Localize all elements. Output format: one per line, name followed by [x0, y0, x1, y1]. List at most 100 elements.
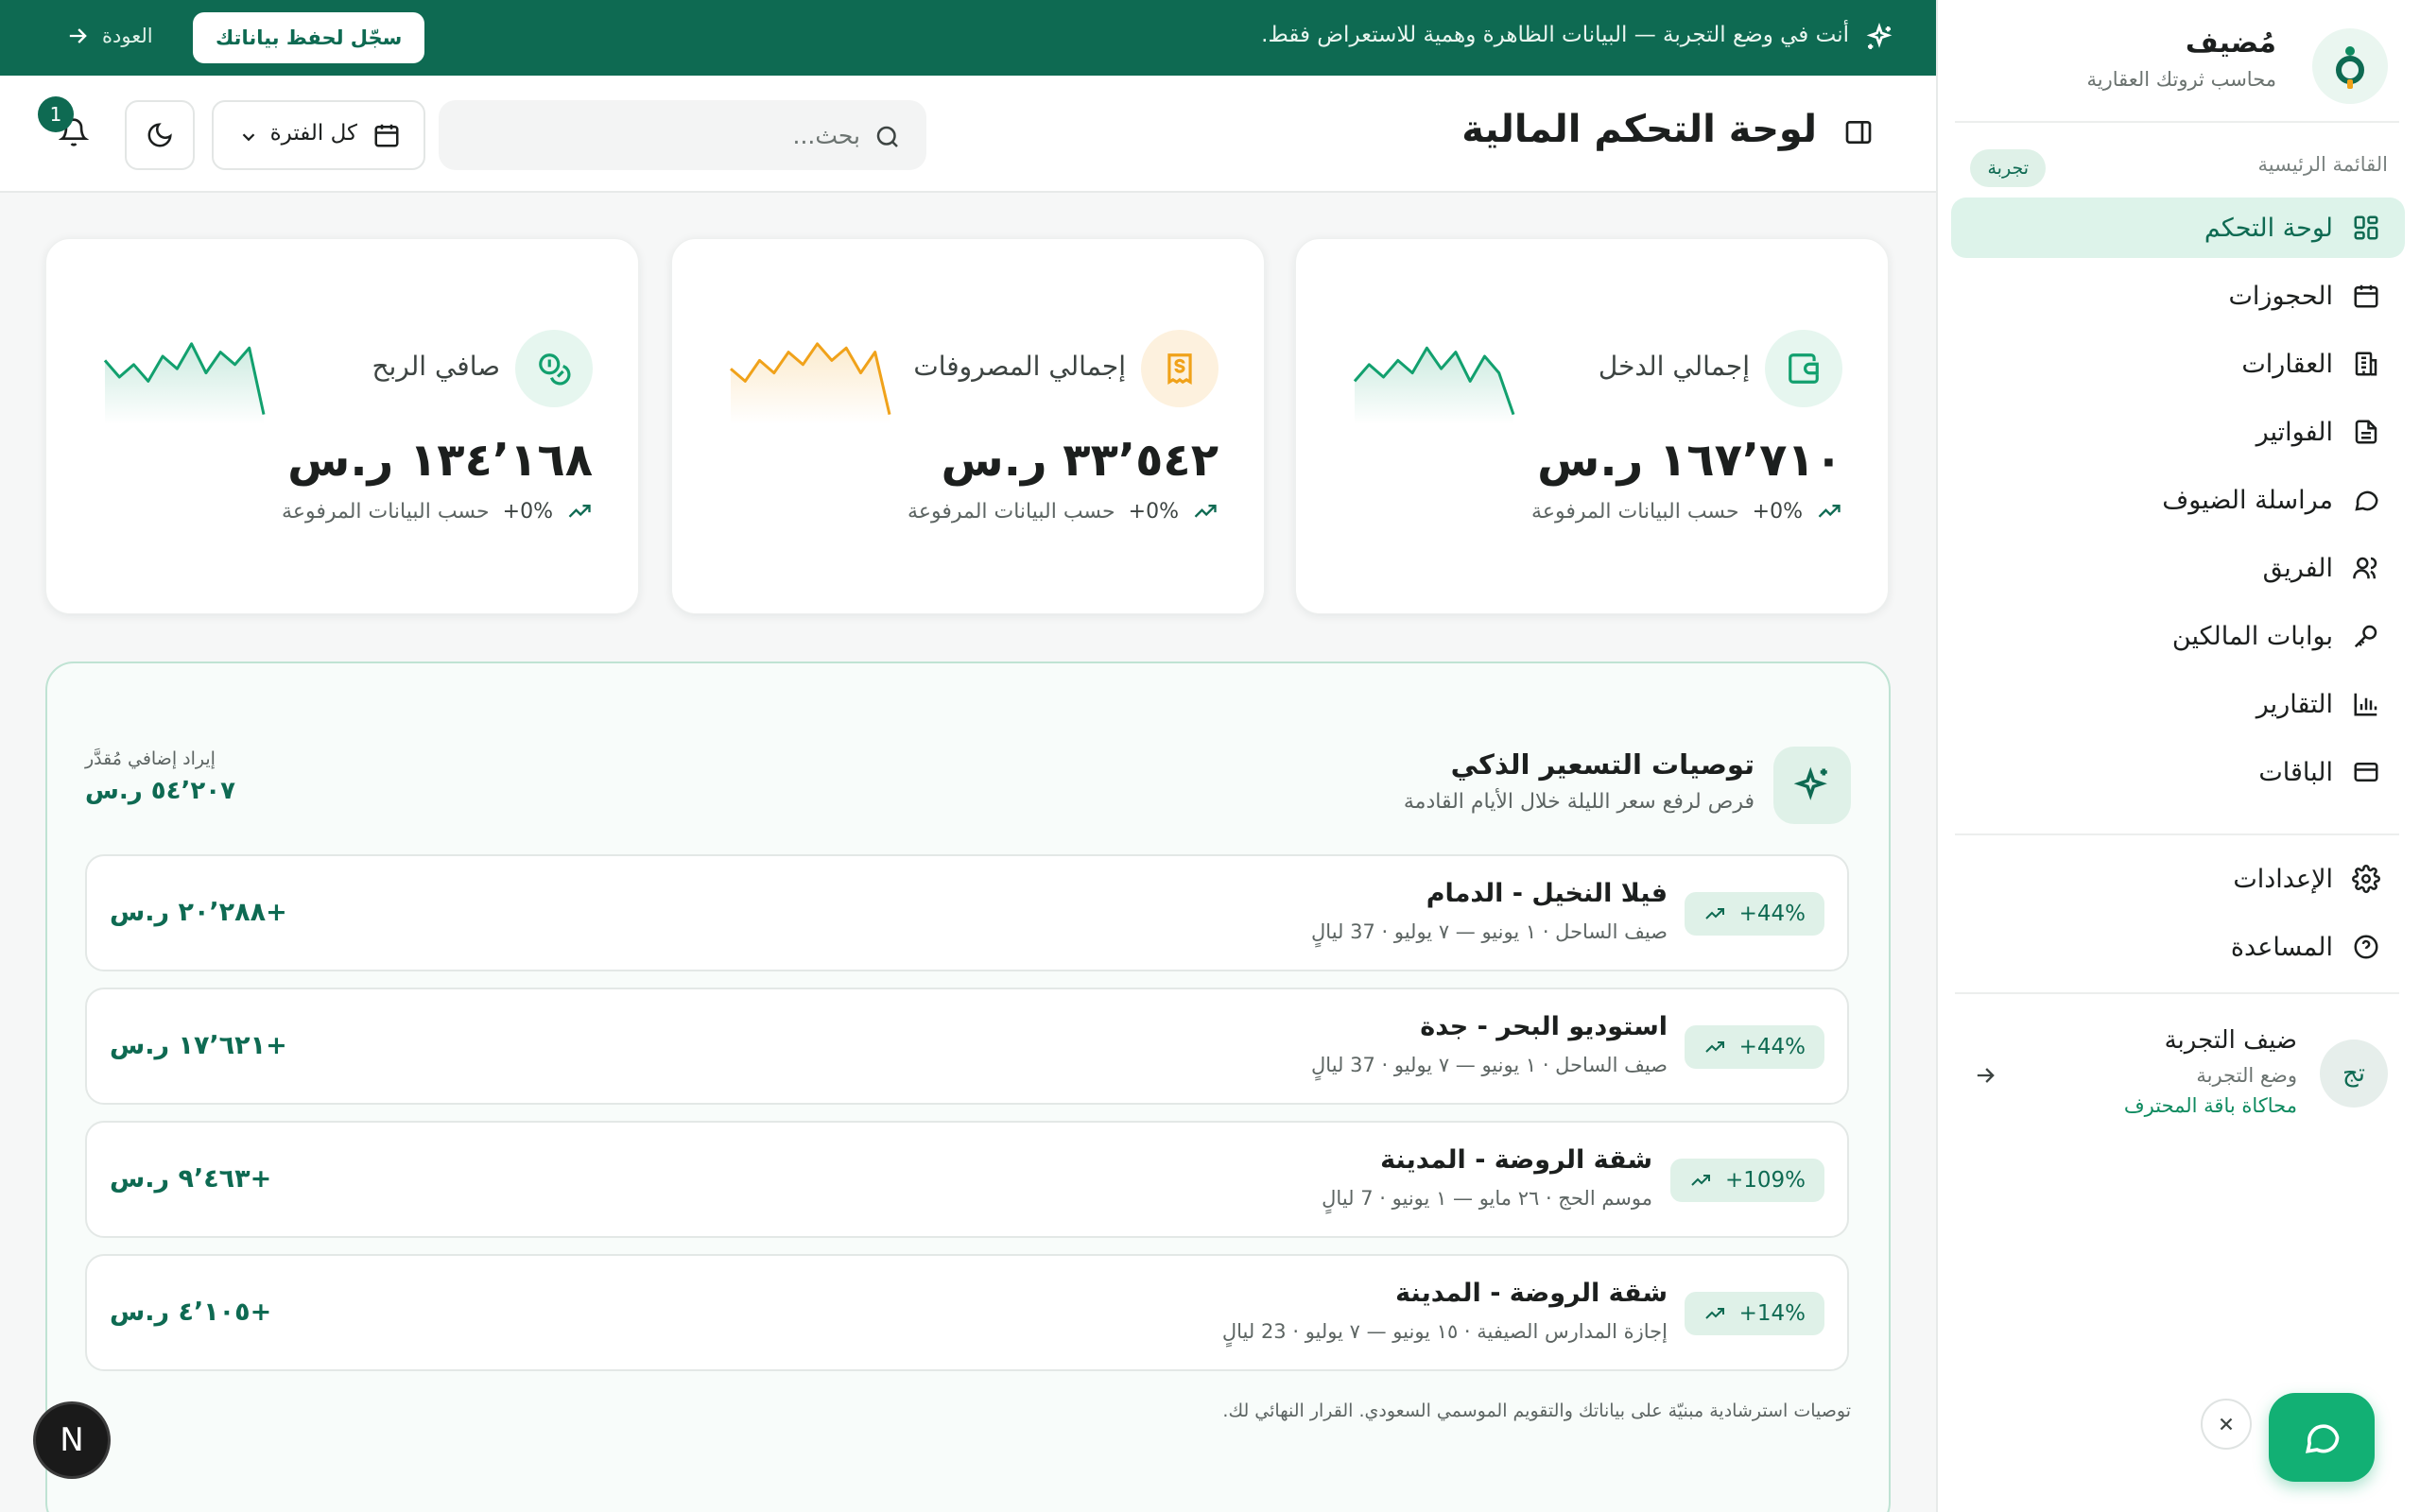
- theme-toggle-button[interactable]: [125, 100, 195, 170]
- sidebar-item-settings[interactable]: الإعدادات: [1951, 849, 2405, 909]
- season-detail: إجازة المدارس الصيفية · ١٥ يونيو — ٧ يول…: [1221, 1320, 1668, 1343]
- card-icon: [2350, 756, 2382, 788]
- sidebar-item-invoices[interactable]: الفواتير: [1951, 402, 2405, 462]
- close-chat-button[interactable]: [2201, 1399, 2252, 1450]
- gear-icon: [2350, 863, 2382, 895]
- sidebar-item-label: الفريق: [2262, 553, 2333, 583]
- kpi-card-net-profit: صافي الربح ١٣٤٬١٦٨ ر.س +0% حسب البيانات …: [45, 238, 639, 614]
- estimated-gain: +٩٬٤٦٣ ر.س: [110, 1164, 272, 1194]
- sidebar-item-guest-messaging[interactable]: مراسلة الضيوف: [1951, 470, 2405, 530]
- brand-name: مُضيف: [2185, 26, 2276, 60]
- trial-badge: تجربة: [1970, 149, 2046, 187]
- smart-pricing-panel: توصيات التسعير الذكي فرص لرفع سعر الليلة…: [45, 662, 1891, 1512]
- sidebar-divider: [1955, 121, 2399, 123]
- property-name: فيلا النخيل - الدمام: [1426, 879, 1668, 908]
- top-header: لوحة التحكم المالية كل الفترة 1: [0, 76, 1936, 193]
- coins-icon: [515, 330, 593, 407]
- sidebar-item-team[interactable]: الفريق: [1951, 538, 2405, 598]
- sparkline: [730, 342, 891, 424]
- sidebar-section-label: القائمة الرئيسية: [2257, 153, 2388, 176]
- kpi-trend-note: حسب البيانات المرفوعة: [282, 499, 490, 524]
- kpi-trend: +0% حسب البيانات المرفوعة: [1531, 498, 1842, 524]
- help-icon: [2350, 931, 2382, 963]
- dashboard-icon: [2350, 212, 2382, 244]
- back-link[interactable]: العودة: [64, 23, 153, 49]
- key-icon: [2350, 620, 2382, 652]
- brand-tagline: محاسب ثروتك العقارية: [2086, 68, 2276, 91]
- notification-badge: 1: [38, 96, 74, 132]
- sidebar-item-label: الإعدادات: [2233, 864, 2333, 894]
- trend-up-icon: [1194, 505, 1217, 518]
- pricing-footnote: توصيات استرشادية مبنيّة على بياناتك والت…: [1222, 1400, 1851, 1421]
- wallet-icon: [1765, 330, 1842, 407]
- sidebar-item-label: الباقات: [2258, 757, 2333, 787]
- kpi-title: إجمالي المصروفات: [913, 351, 1126, 382]
- sidebar-toggle-icon[interactable]: [1843, 117, 1874, 147]
- estimated-gain: +١٧٬٦٢١ ر.س: [110, 1031, 287, 1060]
- increase-value: +14%: [1738, 1301, 1806, 1326]
- pricing-subtitle: فرص لرفع سعر الليلة خلال الأيام القادمة: [1403, 790, 1754, 814]
- calendar-icon: [2350, 280, 2382, 312]
- building-icon: [2350, 348, 2382, 380]
- sparkles-icon: [1773, 747, 1851, 824]
- demo-banner: أنت في وضع التجربة — البيانات الظاهرة وه…: [0, 0, 1936, 76]
- moon-icon: [147, 123, 172, 147]
- recommendation-row[interactable]: +109% شقة الروضة - المدينة موسم الحج · ٢…: [85, 1121, 1849, 1238]
- sidebar-item-bookings[interactable]: الحجوزات: [1951, 266, 2405, 326]
- sidebar-item-reports[interactable]: التقارير: [1951, 674, 2405, 734]
- arrow-right-icon: [69, 28, 87, 43]
- sidebar-item-label: مراسلة الضيوف: [2162, 485, 2333, 515]
- kpi-trend-value: +0%: [1752, 499, 1803, 524]
- kpi-value: ٣٣٬٥٤٢ ر.س: [941, 434, 1219, 487]
- chat-icon: [2305, 1424, 2340, 1453]
- sidebar-item-label: الفواتير: [2256, 417, 2333, 447]
- sidebar-item-plans[interactable]: الباقات: [1951, 742, 2405, 802]
- bar-chart-icon: [2350, 688, 2382, 720]
- kpi-title: إجمالي الدخل: [1598, 351, 1750, 382]
- sparkline: [103, 342, 266, 424]
- dev-tools-badge[interactable]: N: [36, 1404, 108, 1476]
- sidebar-item-label: الحجوزات: [2228, 281, 2334, 311]
- period-select[interactable]: كل الفترة: [212, 100, 425, 170]
- increase-value: +44%: [1738, 902, 1806, 926]
- sparkline: [1353, 346, 1515, 424]
- extra-revenue-value: ٥٤٬٢٠٧ ر.س: [85, 777, 236, 805]
- sidebar-item-help[interactable]: المساعدة: [1951, 917, 2405, 977]
- sidebar-item-label: بوابات المالكين: [2171, 621, 2333, 651]
- sidebar-item-label: التقارير: [2256, 689, 2333, 719]
- team-icon: [2350, 552, 2382, 584]
- recommendation-row[interactable]: +14% شقة الروضة - المدينة إجازة المدارس …: [85, 1254, 1849, 1371]
- kpi-value: ١٣٤٬١٦٨ ر.س: [287, 434, 593, 487]
- search-input[interactable]: [482, 115, 860, 155]
- property-name: استوديو البحر - جدة: [1420, 1012, 1668, 1041]
- sidebar-item-owner-portals[interactable]: بوابات المالكين: [1951, 606, 2405, 666]
- user-mode: وضع التجربة: [2196, 1064, 2297, 1087]
- signup-button[interactable]: سجّل لحفظ بياناتك: [193, 12, 425, 63]
- increase-badge: +44%: [1684, 1025, 1824, 1069]
- sidebar-item-label: المساعدة: [2230, 932, 2333, 962]
- estimated-gain: +٤٬١٠٥ ر.س: [110, 1297, 272, 1327]
- sidebar-item-properties[interactable]: العقارات: [1951, 334, 2405, 394]
- kpi-card-expenses: إجمالي المصروفات ٣٣٬٥٤٢ ر.س +0% حسب البي…: [671, 238, 1265, 614]
- increase-value: +109%: [1724, 1168, 1806, 1193]
- chat-icon: [2350, 484, 2382, 516]
- kpi-trend: +0% حسب البيانات المرفوعة: [908, 498, 1219, 524]
- kpi-value: ١٦٧٬٧١٠ ر.س: [1537, 434, 1842, 487]
- user-card[interactable]: تج ضيف التجربة وضع التجربة محاكاة باقة ا…: [1972, 1021, 2388, 1134]
- kpi-title: صافي الربح: [372, 351, 500, 382]
- sidebar-divider: [1955, 833, 2399, 835]
- sidebar: مُضيف محاسب ثروتك العقارية القائمة الرئي…: [1936, 0, 2420, 1512]
- brand-logo[interactable]: [2312, 28, 2388, 104]
- sidebar-item-dashboard[interactable]: لوحة التحكم: [1951, 198, 2405, 258]
- search-box[interactable]: [439, 100, 926, 170]
- kpi-trend-note: حسب البيانات المرفوعة: [1531, 499, 1739, 524]
- arrow-right-icon[interactable]: [1972, 1062, 1998, 1089]
- recommendation-row[interactable]: +44% استوديو البحر - جدة صيف الساحل · ١ …: [85, 988, 1849, 1105]
- recommendation-row[interactable]: +44% فيلا النخيل - الدمام صيف الساحل · ١…: [85, 854, 1849, 971]
- chat-button[interactable]: [2269, 1393, 2375, 1482]
- increase-badge: +44%: [1684, 892, 1824, 936]
- search-icon: [873, 123, 902, 151]
- avatar: تج: [2320, 1040, 2388, 1108]
- page-title: لوحة التحكم المالية: [1461, 108, 1817, 151]
- increase-badge: +14%: [1684, 1292, 1824, 1335]
